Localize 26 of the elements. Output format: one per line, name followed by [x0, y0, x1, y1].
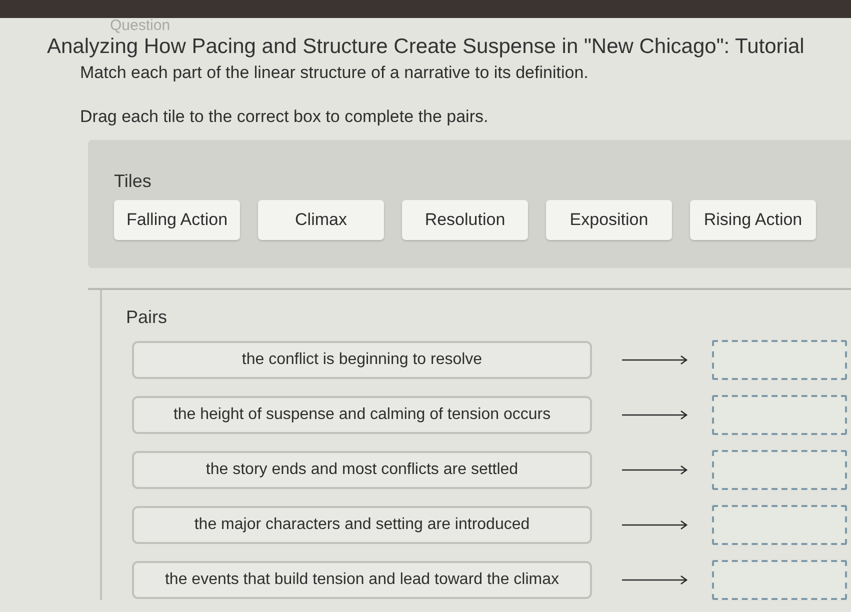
tutorial-title: Analyzing How Pacing and Structure Create Suspense in "New Chicago": Tutorial [47, 34, 804, 60]
instruction-text: Match each part of the linear structure of a narrative to its definition. [80, 62, 588, 84]
right-arrow-icon [622, 465, 688, 475]
right-arrow-icon [622, 575, 688, 585]
drop-zone[interactable] [712, 560, 847, 600]
right-arrow-icon [622, 520, 688, 530]
section-heading: Tiles [114, 170, 152, 192]
answer-tile[interactable]: Rising Action [690, 200, 816, 240]
drop-zone[interactable] [712, 505, 847, 545]
right-arrow-icon [622, 410, 688, 420]
instruction-text: Drag each tile to the correct box to complete the pairs. [80, 106, 488, 128]
answer-tile[interactable]: Climax [258, 200, 384, 240]
answer-tile[interactable]: Falling Action [114, 200, 240, 240]
definition-card: the conflict is beginning to resolve [132, 341, 592, 379]
answer-tile[interactable]: Resolution [402, 200, 528, 240]
definition-card: the major characters and setting are introduced [132, 506, 592, 544]
definition-card: the story ends and most conflicts are settled [132, 451, 592, 489]
answer-tile[interactable]: Exposition [546, 200, 672, 240]
question-label: Question [110, 18, 170, 34]
definition-card: the events that build tension and lead toward the climax [132, 561, 592, 599]
definition-card: the height of suspense and calming of tension occurs [132, 396, 592, 434]
right-arrow-icon [622, 355, 688, 365]
section-heading: Pairs [126, 306, 168, 328]
drop-zone[interactable] [712, 340, 847, 380]
drop-zone[interactable] [712, 450, 847, 490]
drop-zone[interactable] [712, 395, 847, 435]
